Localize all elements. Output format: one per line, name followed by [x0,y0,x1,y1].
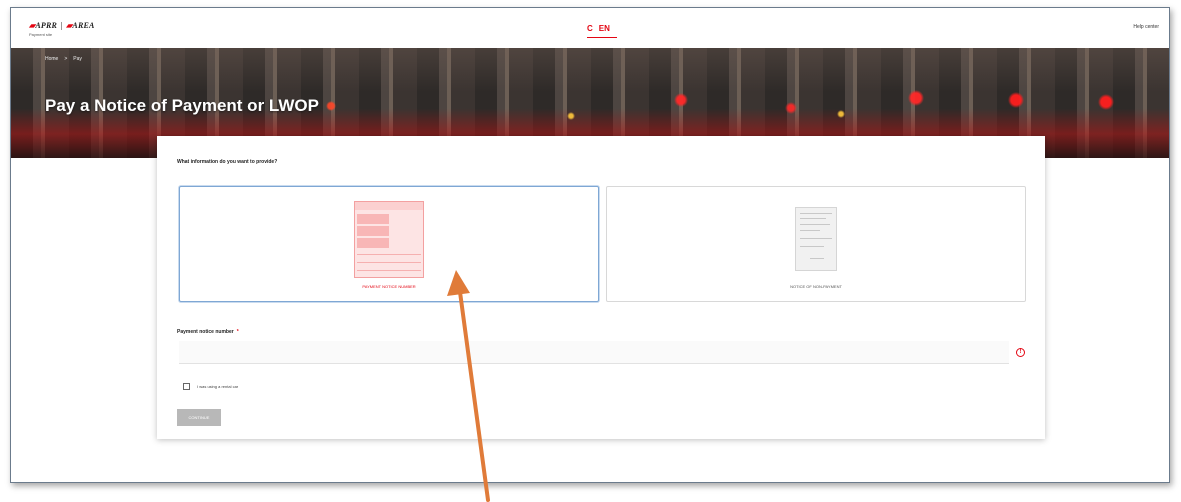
rental-car-checkbox[interactable] [183,383,190,390]
payment-notice-document-icon [354,201,424,278]
payment-form-card: What information do you want to provide?… [157,136,1045,439]
continue-button[interactable]: CONTINUE [177,409,221,426]
option-payment-notice-number[interactable]: PAYMENT NOTICE NUMBER [179,186,599,302]
breadcrumb-pay: Pay [73,56,82,62]
lang-fr[interactable]: C [587,24,593,33]
language-switcher: C EN [587,24,617,38]
logo[interactable]: ▰APRR ▰AREA [29,21,95,30]
breadcrumb-separator: > [64,56,68,62]
rental-car-checkbox-label[interactable]: I was using a rental car [197,384,238,389]
payment-notice-number-input[interactable] [179,341,1009,364]
lang-en[interactable]: EN [599,24,610,33]
form-question: What information do you want to provide? [177,159,278,165]
breadcrumb: Home > Pay [45,56,82,62]
help-center-link[interactable]: Help center [1133,24,1159,30]
logo-aprr: ▰APRR [29,21,58,30]
option-label: PAYMENT NOTICE NUMBER [362,284,416,289]
lang-underline [587,37,617,38]
required-asterisk: * [236,329,239,335]
breadcrumb-home[interactable]: Home [45,56,58,62]
logo-subtitle: Payment site [29,32,53,37]
option-notice-of-non-payment[interactable]: NOTICE OF NON-PAYMENT [606,186,1026,302]
browser-window: ▰APRR ▰AREA Payment site C EN Help cente… [10,7,1170,483]
page-title: Pay a Notice of Payment or LWOP [45,96,319,115]
error-circle-icon: ! [1016,348,1025,357]
option-label: NOTICE OF NON-PAYMENT [790,284,842,289]
site-header: ▰APRR ▰AREA Payment site C EN Help cente… [11,8,1169,48]
logo-area: ▰AREA [66,21,95,30]
logo-separator [61,21,63,30]
payment-notice-number-label: Payment notice number * [177,329,239,335]
non-payment-document-icon [795,207,837,271]
